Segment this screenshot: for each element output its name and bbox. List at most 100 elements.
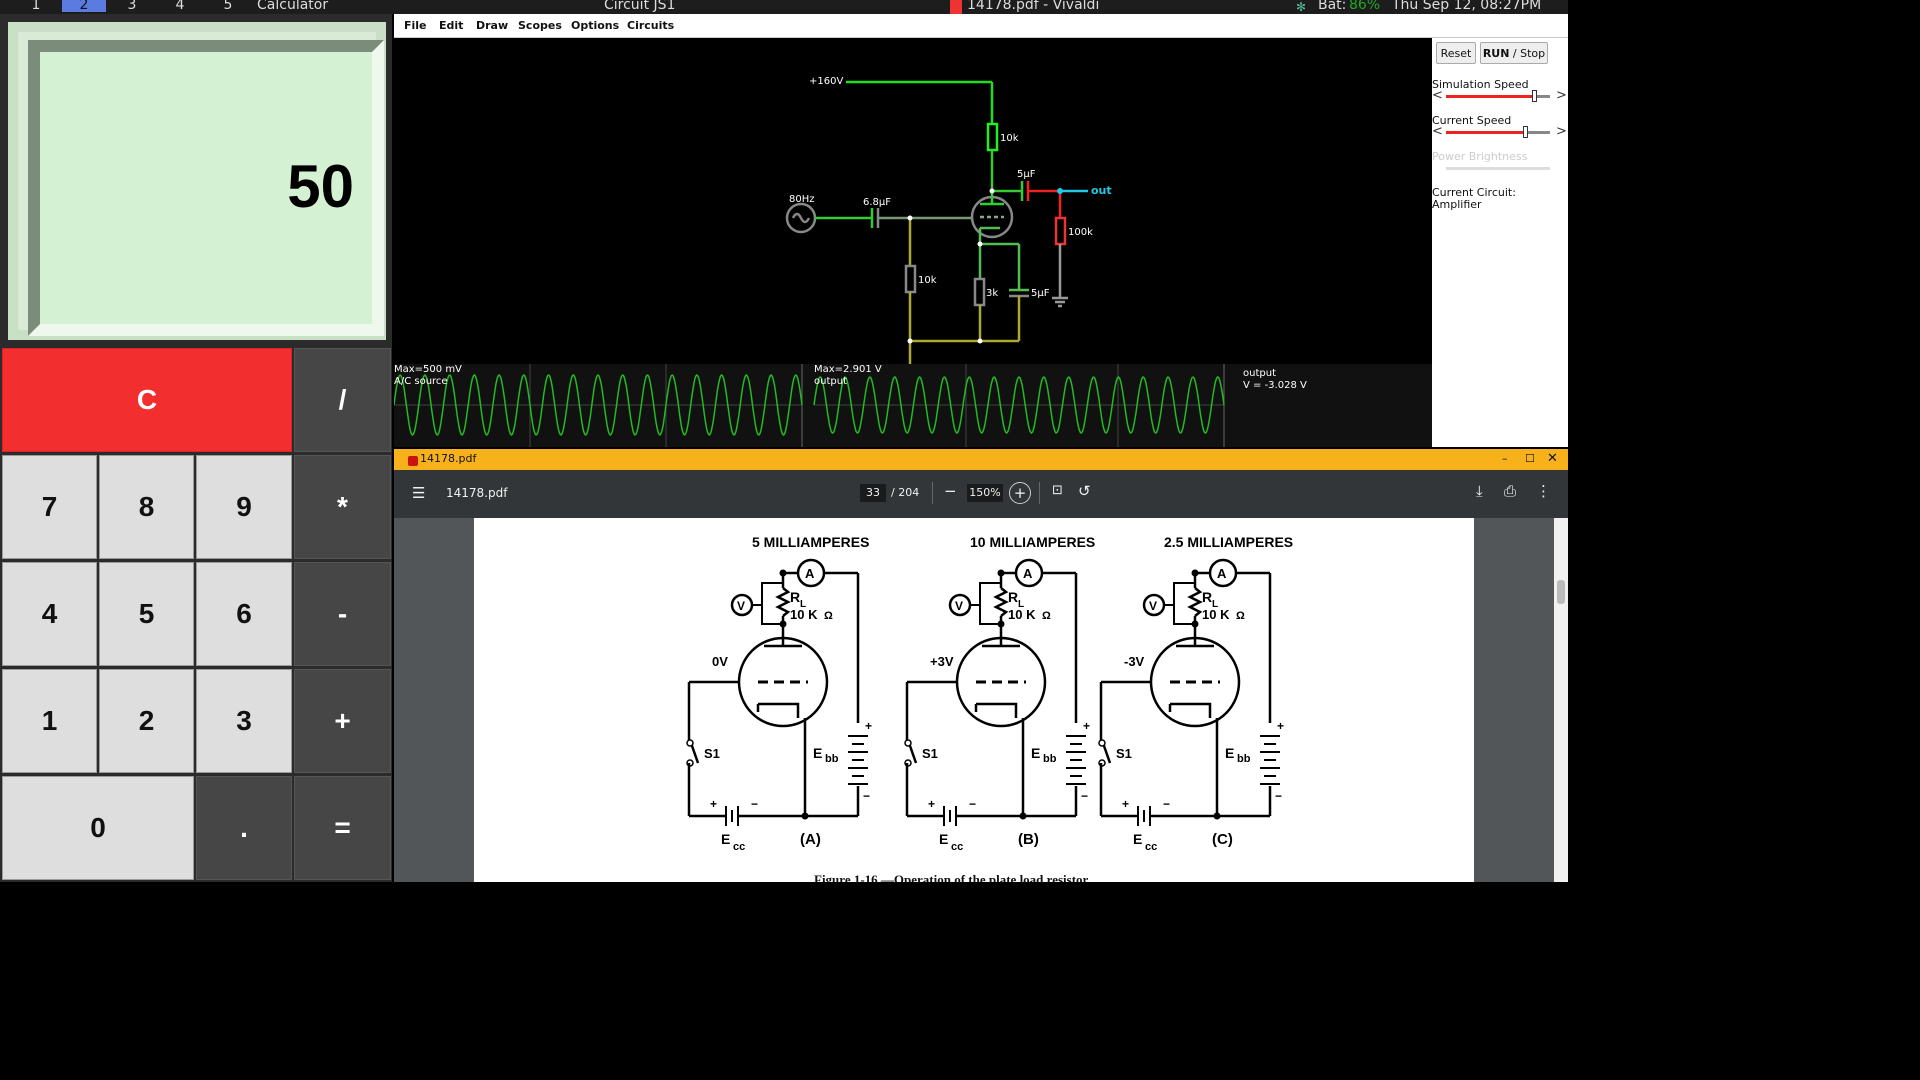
workspace-2[interactable]: 2 xyxy=(62,0,106,12)
key-9[interactable]: 9 xyxy=(196,455,292,559)
key-3[interactable]: 3 xyxy=(196,669,292,773)
maximize-icon[interactable]: ☐ xyxy=(1525,452,1535,465)
ebb-label: E xyxy=(1031,745,1040,761)
pdf-window: 14178.pdf – ☐ ✕ ☰ 14178.pdf 33 / 204 − 1… xyxy=(394,449,1568,882)
switch-label: S1 xyxy=(704,746,720,761)
print-icon[interactable]: ⎙ xyxy=(1504,482,1516,500)
zoom-out-icon[interactable]: − xyxy=(944,482,957,500)
key-4[interactable]: 4 xyxy=(2,562,97,666)
clear-button[interactable]: C xyxy=(2,348,292,452)
switch-label: S1 xyxy=(922,746,938,761)
label-plate-resistor: 10k xyxy=(1000,133,1019,144)
reset-button[interactable]: Reset xyxy=(1436,42,1476,64)
network-icon: ✻ xyxy=(1296,0,1307,14)
current-speed-label: Current Speed xyxy=(1432,114,1512,127)
sim-speed-right-arrow[interactable]: > xyxy=(1556,88,1567,103)
key-6[interactable]: 6 xyxy=(196,562,292,666)
menu-icon[interactable]: ☰ xyxy=(412,484,425,502)
current-speed-thumb[interactable] xyxy=(1523,126,1529,138)
menu-edit[interactable]: Edit xyxy=(439,19,463,32)
calculator-display-value: 50 xyxy=(287,153,354,220)
zoom-in-icon[interactable]: + xyxy=(1009,482,1031,504)
scope-panel[interactable]: Max=500 mV A/C source Max=2.901 V output… xyxy=(394,364,1432,447)
more-icon[interactable]: ⋮ xyxy=(1536,482,1551,500)
ammeter-label: A xyxy=(1217,566,1227,581)
key-8[interactable]: 8 xyxy=(99,455,194,559)
sim-speed-slider[interactable] xyxy=(1446,90,1550,102)
ebb-minus: − xyxy=(863,789,870,803)
divide-button[interactable]: / xyxy=(294,348,391,452)
pdf-tab-title[interactable]: 14178.pdf xyxy=(420,452,476,465)
key-5[interactable]: 5 xyxy=(99,562,194,666)
ebb-plus: + xyxy=(1083,719,1090,733)
calculator-display: 50 xyxy=(28,40,384,336)
fit-page-icon[interactable]: ⊡ xyxy=(1052,483,1063,498)
menu-draw[interactable]: Draw xyxy=(476,19,508,32)
key-7[interactable]: 7 xyxy=(2,455,97,559)
workspace-5[interactable]: 5 xyxy=(206,0,250,12)
panel-title: 5 MILLIAMPERES xyxy=(752,534,869,550)
plus-button[interactable]: + xyxy=(294,669,391,773)
top-bar: 1 2 3 4 5 Calculator Circuit JS1 14178.p… xyxy=(0,0,1568,14)
key-1[interactable]: 1 xyxy=(2,669,97,773)
sim-speed-left-arrow[interactable]: < xyxy=(1432,88,1443,103)
sim-speed-thumb[interactable] xyxy=(1532,90,1538,102)
figure-panel: 5 MILLIAMPERESAR L10 K ΩV0VS1+ −E cc (A)+−E bb xyxy=(686,534,872,853)
resistor-label: R xyxy=(1008,589,1018,605)
circuit-canvas[interactable]: +160V 10k 5μF out 80Hz 6.8μF 100k 10k 3k… xyxy=(394,38,1432,364)
scope-1-max: Max=500 mV xyxy=(394,364,462,375)
menu-file[interactable]: File xyxy=(404,19,427,32)
workspace-4[interactable]: 4 xyxy=(158,0,202,12)
rotate-icon[interactable]: ↺ xyxy=(1078,482,1091,500)
amplifier-schematic[interactable] xyxy=(394,38,1432,364)
decimal-button[interactable]: . xyxy=(196,776,292,880)
workspace-1[interactable]: 1 xyxy=(14,0,58,12)
workspace-3[interactable]: 3 xyxy=(110,0,154,12)
key-2[interactable]: 2 xyxy=(99,669,194,773)
resistor-label: R xyxy=(1202,589,1212,605)
equals-button[interactable]: = xyxy=(294,776,391,880)
run-stop-button[interactable]: RUN / Stop xyxy=(1480,42,1548,64)
pdf-window-title[interactable]: 14178.pdf - Vivaldi xyxy=(967,0,1099,12)
ebb-plus: + xyxy=(1277,719,1284,733)
key-0[interactable]: 0 xyxy=(2,776,194,880)
ecc-label: E xyxy=(939,831,948,847)
battery-label: Bat: xyxy=(1318,0,1347,13)
pdf-page[interactable]: 5 MILLIAMPERES A R L 10 K Ω V 0V S1 + − Ecc (A) + − Ebb… xyxy=(474,518,1474,882)
current-speed-slider[interactable] xyxy=(1446,126,1550,138)
label-supply: +160V xyxy=(809,76,844,87)
circuit-window-title[interactable]: Circuit JS1 xyxy=(604,0,675,12)
download-icon[interactable]: ⤓ xyxy=(1476,482,1483,500)
vivaldi-icon xyxy=(950,0,962,14)
ebb-sub: bb xyxy=(825,753,839,765)
ohm-symbol: Ω xyxy=(1236,610,1245,622)
menu-options[interactable]: Options xyxy=(571,19,619,32)
page-number-input[interactable]: 33 xyxy=(860,484,886,502)
toolbar-divider xyxy=(1039,482,1040,504)
close-icon[interactable]: ✕ xyxy=(1547,451,1558,466)
circuit-menu-bar: File Edit Draw Scopes Options Circuits xyxy=(394,14,1568,38)
zoom-input[interactable]: 150% xyxy=(967,484,1003,502)
calculator-window-title[interactable]: Calculator xyxy=(257,0,328,12)
menu-circuits[interactable]: Circuits xyxy=(627,19,674,32)
ecc-sub: cc xyxy=(733,841,745,853)
menu-scopes[interactable]: Scopes xyxy=(518,19,562,32)
plate-load-figure: 5 MILLIAMPERESAR L10 K ΩV0VS1+ −E cc (A)+−E bb… xyxy=(686,534,1293,853)
ebb-sub: bb xyxy=(1043,753,1057,765)
figure-caption: Figure 1-16.—Operation of the plate load… xyxy=(814,872,1091,882)
pdf-scroll-thumb[interactable] xyxy=(1557,580,1565,604)
ecc-plus: + xyxy=(710,797,717,811)
pdf-scrollbar[interactable] xyxy=(1554,518,1568,882)
multiply-button[interactable]: * xyxy=(294,455,391,559)
ammeter-label: A xyxy=(805,566,815,581)
pdf-filename: 14178.pdf xyxy=(446,486,508,500)
minimize-icon[interactable]: – xyxy=(1502,452,1508,465)
minus-button[interactable]: - xyxy=(294,562,391,666)
current-speed-left-arrow[interactable]: < xyxy=(1432,124,1443,139)
current-speed-right-arrow[interactable]: > xyxy=(1556,124,1567,139)
battery-value: 86% xyxy=(1349,0,1381,13)
ohm-symbol: Ω xyxy=(824,610,833,622)
label-out: out xyxy=(1091,184,1112,197)
pdf-title-bar[interactable]: 14178.pdf – ☐ ✕ xyxy=(394,449,1568,470)
voltmeter-label: V xyxy=(955,599,963,613)
